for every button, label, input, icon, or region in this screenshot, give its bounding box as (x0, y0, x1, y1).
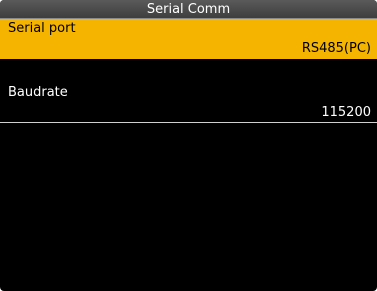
setting-label: Baudrate (8, 85, 68, 100)
device-screen: Serial Comm Serial port RS485(PC) Baudra… (0, 0, 377, 291)
setting-label: Serial port (8, 21, 76, 36)
setting-value: 115200 (321, 105, 371, 120)
title-bar: Serial Comm (0, 0, 377, 19)
setting-row-baudrate[interactable]: Baudrate 115200 (0, 83, 377, 123)
screen-title: Serial Comm (146, 2, 231, 17)
setting-value: RS485(PC) (301, 41, 371, 56)
setting-row-serial-port[interactable]: Serial port RS485(PC) (0, 19, 377, 59)
